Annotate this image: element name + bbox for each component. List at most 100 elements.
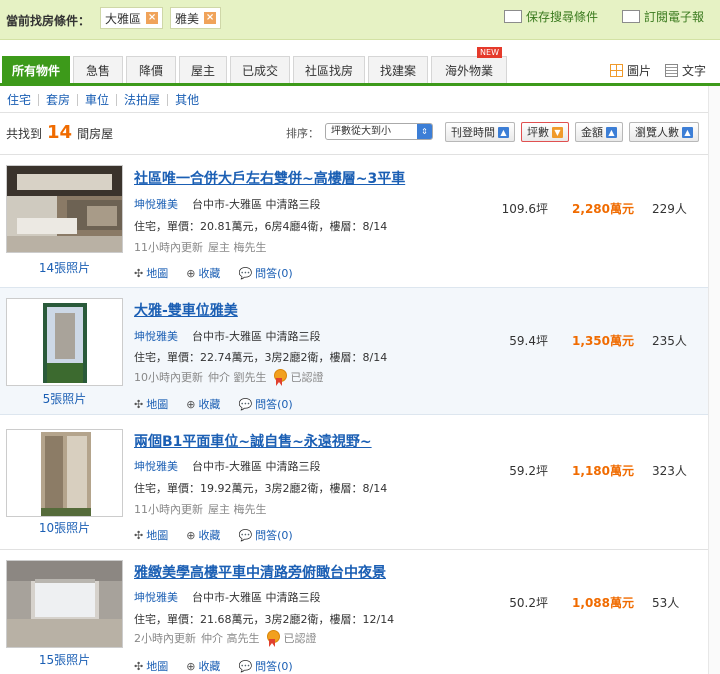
map-link[interactable]: ✣ 地圖 — [134, 658, 168, 674]
listing-photo[interactable] — [6, 298, 123, 386]
qa-link[interactable]: 💬 問答(0) — [238, 396, 292, 412]
certified-medal-icon — [272, 369, 287, 386]
filter-bar: 當前找房條件： 大雅區 × 雅美 × 保存搜尋條件 訂閱電子報 — [0, 0, 720, 40]
photo-count-link[interactable]: 5張照片 — [6, 390, 123, 407]
certified-label: 已認證 — [283, 632, 317, 645]
arrow-up-icon: ▲ — [682, 126, 693, 138]
type-subnav: 住宅 套房 車位 法拍屋 其他 — [0, 89, 720, 111]
filter-label: 當前找房條件： — [6, 14, 91, 28]
sort-by-views-button[interactable]: 瀏覽人數 ▲ — [629, 122, 699, 142]
scrollbar[interactable] — [708, 86, 720, 674]
community-link[interactable]: 坤悅雅美 — [134, 591, 178, 604]
favorite-link[interactable]: ⊕ 收藏 — [186, 658, 220, 674]
listing-meta: 11小時內更新 屋主 梅先生 — [134, 239, 267, 255]
view-photo-toggle[interactable]: 圖片 — [610, 62, 651, 79]
sort-by-date-button[interactable]: 刊登時間 ▲ — [445, 122, 515, 142]
map-label: 地圖 — [146, 398, 169, 411]
updated-time: 10小時內更新 — [134, 371, 203, 384]
favorite-icon: ⊕ — [186, 266, 196, 280]
list-icon — [665, 64, 678, 77]
listing-row: 15張照片 雅緻美學高樓平車中清路旁俯瞰台中夜景 坤悅雅美 台中市-大雅區 中清… — [0, 550, 708, 674]
listing-photo[interactable] — [6, 429, 123, 517]
subnav-other[interactable]: 其他 — [168, 94, 206, 106]
community-link[interactable]: 坤悅雅美 — [134, 460, 178, 473]
sort-button-label: 坪數 — [527, 126, 549, 139]
updated-time: 2小時內更新 — [134, 632, 196, 645]
tab-community[interactable]: 社區找房 — [293, 56, 365, 83]
save-search-link[interactable]: 保存搜尋條件 — [504, 8, 598, 25]
sort-select[interactable]: 坪數從大到小 ⇕ — [325, 123, 433, 140]
arrow-up-icon: ▲ — [498, 126, 509, 138]
listing-photo[interactable] — [6, 560, 123, 648]
subscribe-link[interactable]: 訂閱電子報 — [622, 8, 704, 25]
certified-medal-icon — [265, 630, 280, 647]
listing-details: 住宅，單價：21.68萬元，3房2廳2衛，樓層：12/14 — [134, 613, 395, 626]
address: 台中市-大雅區 中清路三段 — [192, 591, 321, 604]
tab-all[interactable]: 所有物件 — [2, 56, 70, 83]
view-text-toggle[interactable]: 文字 — [665, 62, 706, 79]
subnav-studio[interactable]: 套房 — [39, 94, 79, 106]
tab-overseas-label: 海外物業 — [444, 63, 493, 78]
subnav-parking[interactable]: 車位 — [78, 94, 118, 106]
listing-title[interactable]: 兩個B1平面車位~誠自售~永遠視野~ — [134, 431, 372, 451]
favorite-link[interactable]: ⊕ 收藏 — [186, 396, 220, 412]
tab-urgent[interactable]: 急售 — [73, 56, 123, 83]
favorite-link[interactable]: ⊕ 收藏 — [186, 527, 220, 543]
map-link[interactable]: ✣ 地圖 — [134, 265, 168, 281]
address: 台中市-大雅區 中清路三段 — [192, 198, 321, 211]
poster: 屋主 梅先生 — [208, 503, 267, 516]
listing-details: 住宅，單價：19.92萬元，3房2廳2衛，樓層：8/14 — [134, 482, 388, 495]
remove-icon[interactable]: × — [204, 12, 217, 24]
listing-row: 5張照片 大雅-雙車位雅美 坤悅雅美 台中市-大雅區 中清路三段 住宅，單價：2… — [0, 287, 708, 415]
map-link[interactable]: ✣ 地圖 — [134, 527, 168, 543]
favorite-label: 收藏 — [198, 660, 221, 673]
subnav-residential[interactable]: 住宅 — [0, 94, 40, 106]
listing-area: 109.6坪 — [501, 202, 548, 216]
listing-location: 坤悅雅美 台中市-大雅區 中清路三段 — [134, 328, 320, 344]
remove-icon[interactable]: × — [146, 12, 159, 24]
listing-details: 住宅，單價：22.74萬元，3房2廳2衛，樓層：8/14 — [134, 351, 388, 364]
listing-photo[interactable] — [6, 165, 123, 253]
listing-price: 2,280萬元 — [572, 202, 634, 216]
community-link[interactable]: 坤悅雅美 — [134, 198, 178, 211]
listing-row: 14張照片 社區唯一合併大戶左右雙併~高樓層~3平車 坤悅雅美 台中市-大雅區 … — [0, 155, 708, 283]
listing-title[interactable]: 社區唯一合併大戶左右雙併~高樓層~3平車 — [134, 168, 405, 188]
listing-views: 235人 — [652, 334, 687, 348]
tab-sold[interactable]: 已成交 — [230, 56, 290, 83]
sort-select-value: 坪數從大到小 — [331, 126, 391, 137]
tab-overseas[interactable]: 海外物業 NEW — [431, 47, 507, 83]
listing-title[interactable]: 雅緻美學高樓平車中清路旁俯瞰台中夜景 — [134, 562, 386, 582]
listing-actions: ✣ 地圖 ⊕ 收藏 💬 問答(0) — [134, 396, 293, 412]
favorite-link[interactable]: ⊕ 收藏 — [186, 265, 220, 281]
filter-chip-community[interactable]: 雅美 × — [170, 7, 222, 29]
qa-link[interactable]: 💬 問答(0) — [238, 265, 292, 281]
favorite-icon: ⊕ — [186, 528, 196, 542]
listing-meta: 2小時內更新 仲介 高先生 已認證 — [134, 630, 317, 647]
tab-owner[interactable]: 屋主 — [179, 56, 227, 83]
photo-count-link[interactable]: 14張照片 — [6, 259, 123, 276]
filter-chip-district[interactable]: 大雅區 × — [100, 7, 164, 29]
listing-meta: 10小時內更新 仲介 劉先生 已認證 — [134, 369, 324, 386]
tab-new-projects[interactable]: 找建案 — [368, 56, 428, 83]
poster: 屋主 梅先生 — [208, 241, 267, 254]
sort-by-area-button[interactable]: 坪數 ▼ — [521, 122, 569, 142]
result-suffix: 間房屋 — [77, 127, 114, 141]
favorite-label: 收藏 — [198, 267, 221, 280]
sort-by-price-button[interactable]: 金額 ▲ — [575, 122, 623, 142]
tab-price-drop[interactable]: 降價 — [126, 56, 176, 83]
photo-count-link[interactable]: 10張照片 — [6, 519, 123, 536]
map-link[interactable]: ✣ 地圖 — [134, 396, 168, 412]
newsletter-icon — [622, 10, 640, 23]
subnav-foreclosure[interactable]: 法拍屋 — [117, 94, 169, 106]
community-link[interactable]: 坤悅雅美 — [134, 330, 178, 343]
qa-label: 問答(0) — [255, 660, 293, 673]
photo-count-link[interactable]: 15張照片 — [6, 651, 123, 668]
qa-link[interactable]: 💬 問答(0) — [238, 658, 292, 674]
listing-title[interactable]: 大雅-雙車位雅美 — [134, 300, 238, 320]
chat-icon: 💬 — [238, 266, 253, 280]
listing-area: 59.2坪 — [509, 464, 548, 478]
filter-chip-label: 雅美 — [175, 11, 200, 26]
listing-price: 1,180萬元 — [572, 464, 634, 478]
divider — [0, 112, 720, 113]
qa-link[interactable]: 💬 問答(0) — [238, 527, 292, 543]
